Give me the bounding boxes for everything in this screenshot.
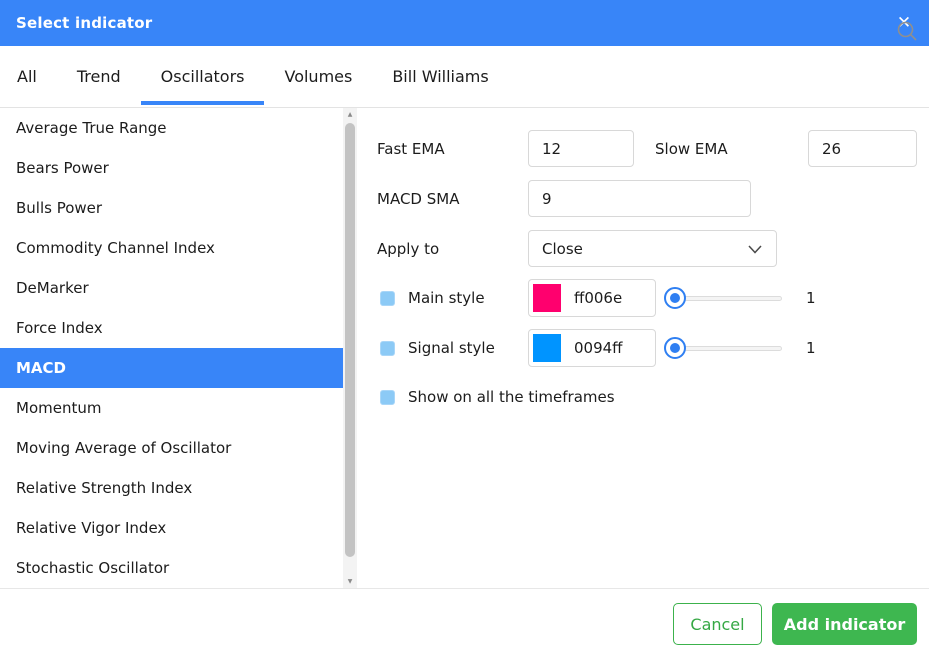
tab-label: All	[17, 67, 37, 86]
list-item[interactable]: DeMarker	[0, 268, 343, 308]
scroll-up-icon: ▲	[348, 111, 353, 118]
tab-label: Trend	[77, 67, 121, 86]
main-style-checkbox[interactable]	[380, 291, 395, 306]
slow-ema-input[interactable]	[808, 130, 917, 167]
slider-track[interactable]	[684, 346, 782, 351]
apply-to-label: Apply to	[377, 240, 528, 258]
fast-ema-label: Fast EMA	[377, 140, 528, 158]
main-style-row: Main style ff006e 1	[377, 279, 929, 317]
list-item[interactable]: Bears Power	[0, 148, 343, 188]
tab-label: Volumes	[284, 67, 352, 86]
signal-style-color-text: 0094ff	[574, 339, 623, 357]
signal-style-label: Signal style	[408, 339, 495, 357]
signal-style-option: Signal style	[377, 339, 528, 357]
main-style-color-text: ff006e	[574, 289, 622, 307]
apply-to-value: Close	[542, 240, 583, 258]
tab-label: Oscillators	[161, 67, 245, 86]
list-scrollbar[interactable]: ▲ ▼	[343, 108, 357, 588]
apply-to-select[interactable]: Close	[528, 230, 777, 267]
apply-to-row: Apply to Close	[377, 230, 929, 267]
chevron-down-icon	[748, 245, 762, 254]
slider-dot-icon	[670, 293, 680, 303]
list-item[interactable]: Moving Average of Oscillator	[0, 428, 343, 468]
signal-style-width-slider[interactable]	[664, 337, 782, 359]
show-all-timeframes-checkbox[interactable]	[380, 390, 395, 405]
slider-thumb[interactable]	[664, 287, 686, 309]
slider-thumb[interactable]	[664, 337, 686, 359]
search-button[interactable]	[896, 20, 918, 42]
dialog-header: Select indicator ✕	[0, 0, 929, 46]
tab-all[interactable]: All	[17, 46, 57, 107]
slider-track[interactable]	[684, 296, 782, 301]
cancel-button[interactable]: Cancel	[673, 603, 762, 645]
list-item[interactable]: Force Index	[0, 308, 343, 348]
scrollbar-thumb[interactable]	[345, 123, 355, 557]
tab-trend[interactable]: Trend	[57, 46, 141, 107]
macd-sma-input[interactable]	[528, 180, 751, 217]
list-item[interactable]: Relative Vigor Index	[0, 508, 343, 548]
category-tabs: All Trend Oscillators Volumes Bill Willi…	[0, 46, 929, 108]
list-item[interactable]: Bulls Power	[0, 188, 343, 228]
tab-bill-williams[interactable]: Bill Williams	[372, 46, 508, 107]
main-style-width-value: 1	[806, 289, 816, 307]
list-item-selected[interactable]: MACD	[0, 348, 343, 388]
search-icon	[896, 20, 918, 42]
signal-style-width-value: 1	[806, 339, 816, 357]
macd-sma-label: MACD SMA	[377, 190, 528, 208]
main-style-width-slider[interactable]	[664, 287, 782, 309]
signal-style-color-input[interactable]: 0094ff	[528, 329, 656, 367]
scroll-down-button[interactable]: ▼	[343, 575, 357, 588]
slow-ema-label: Slow EMA	[655, 140, 808, 158]
indicator-list: Average True Range Bears Power Bulls Pow…	[0, 108, 343, 588]
list-item[interactable]: Stochastic Oscillator	[0, 548, 343, 588]
signal-style-color-swatch	[533, 334, 561, 362]
indicator-settings-panel: Fast EMA Slow EMA MACD SMA Apply to Clos…	[357, 108, 929, 588]
main-style-label: Main style	[408, 289, 485, 307]
list-item[interactable]: Relative Strength Index	[0, 468, 343, 508]
macd-sma-row: MACD SMA	[377, 180, 929, 217]
show-all-timeframes-row: Show on all the timeframes	[377, 388, 929, 406]
scroll-down-icon: ▼	[348, 578, 353, 585]
list-item[interactable]: Average True Range	[0, 108, 343, 148]
main-style-option: Main style	[377, 289, 528, 307]
list-item[interactable]: Momentum	[0, 388, 343, 428]
select-indicator-dialog: Select indicator ✕ All Trend Oscillators…	[0, 0, 929, 659]
ema-row: Fast EMA Slow EMA	[377, 130, 929, 167]
tab-oscillators[interactable]: Oscillators	[141, 46, 265, 107]
main-style-color-swatch	[533, 284, 561, 312]
add-indicator-button[interactable]: Add indicator	[772, 603, 917, 645]
fast-ema-input[interactable]	[528, 130, 634, 167]
tab-volumes[interactable]: Volumes	[264, 46, 372, 107]
dialog-footer: Cancel Add indicator	[0, 588, 929, 659]
slider-dot-icon	[670, 343, 680, 353]
main-style-color-input[interactable]: ff006e	[528, 279, 656, 317]
tab-label: Bill Williams	[392, 67, 488, 86]
dialog-title: Select indicator	[0, 14, 152, 32]
signal-style-checkbox[interactable]	[380, 341, 395, 356]
list-item[interactable]: Commodity Channel Index	[0, 228, 343, 268]
signal-style-row: Signal style 0094ff 1	[377, 329, 929, 367]
scroll-up-button[interactable]: ▲	[343, 108, 357, 121]
show-all-timeframes-label: Show on all the timeframes	[408, 388, 615, 406]
